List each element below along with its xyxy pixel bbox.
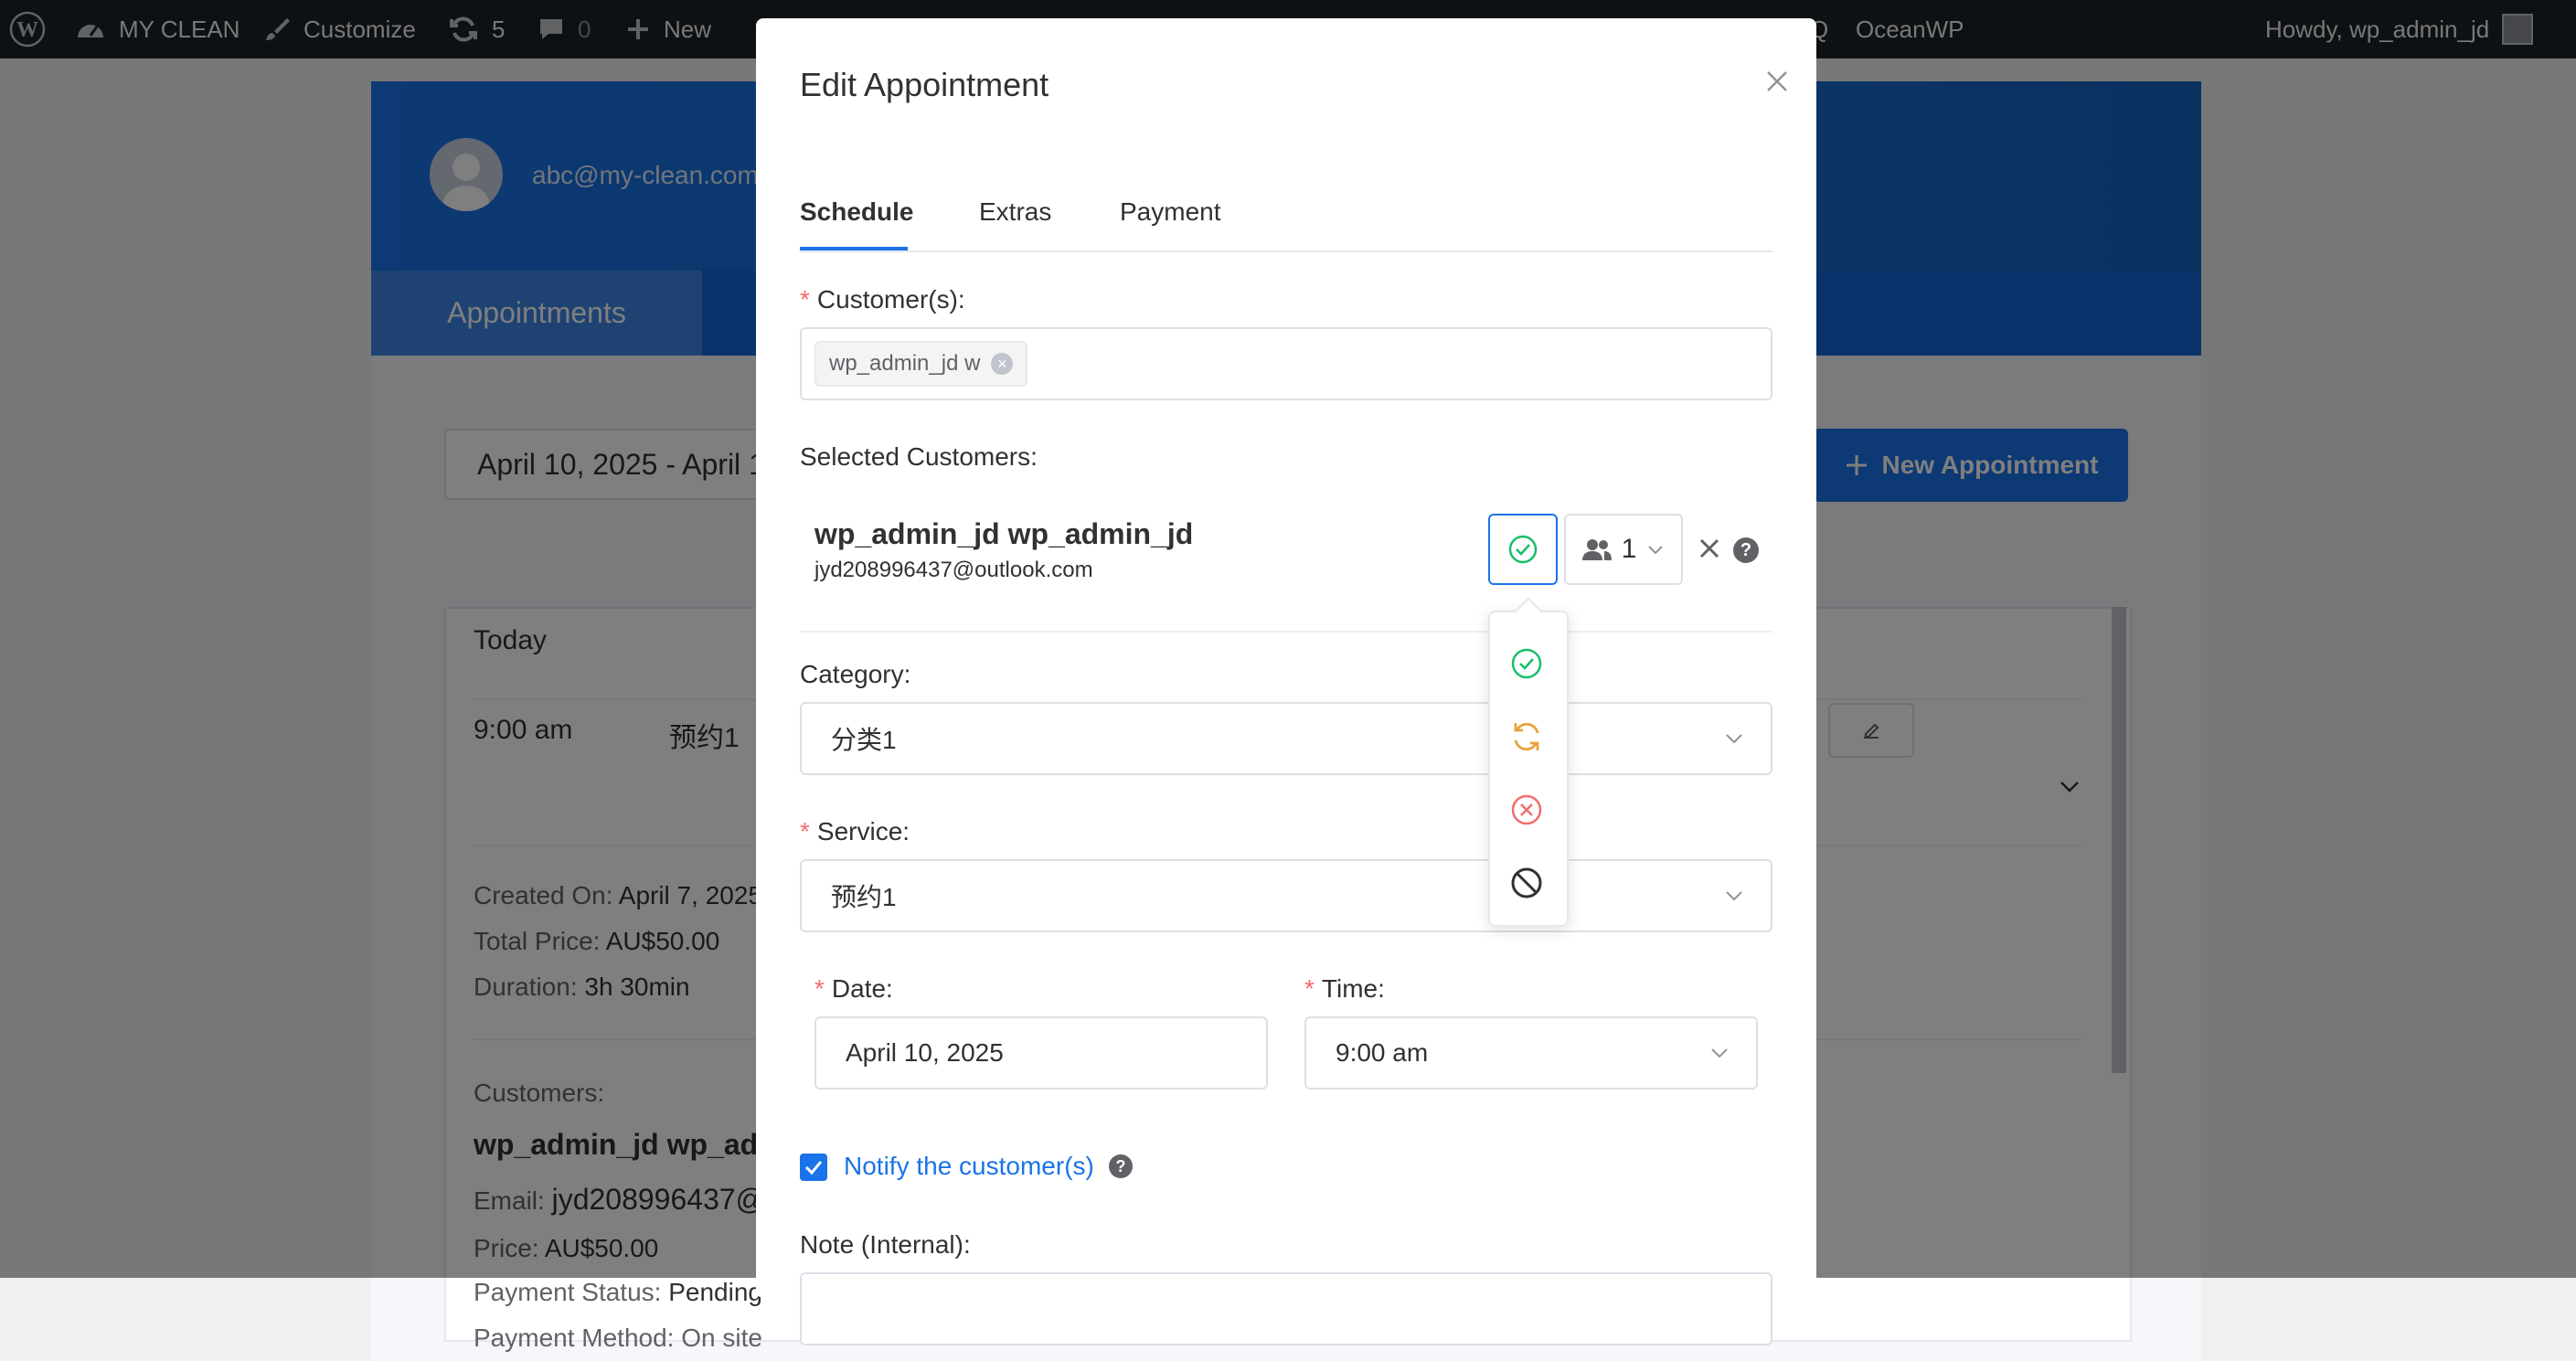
service-value: 预约1 bbox=[831, 883, 897, 911]
chevron-down-icon bbox=[1711, 1048, 1728, 1058]
payment-status: Payment Status: Pending bbox=[474, 1278, 762, 1306]
edit-appointment-dialog: Edit Appointment Schedule Extras Payment… bbox=[756, 18, 1816, 1345]
tab-extras[interactable]: Extras bbox=[979, 197, 1051, 227]
selected-customer-name: wp_admin_jd wp_admin_jd bbox=[814, 517, 1194, 550]
tab-schedule[interactable]: Schedule bbox=[800, 197, 913, 227]
dropdown-arrow bbox=[1514, 597, 1543, 626]
customers-select[interactable]: wp_admin_jd w × bbox=[800, 327, 1772, 400]
payment-method: Payment Method: On site bbox=[474, 1324, 762, 1352]
service-select[interactable]: 预约1 bbox=[800, 859, 1772, 932]
remove-customer-icon[interactable] bbox=[1694, 533, 1725, 564]
help-icon[interactable]: ? bbox=[1733, 537, 1759, 563]
persons-select[interactable]: 1 bbox=[1564, 514, 1683, 585]
active-tab-indicator bbox=[800, 247, 908, 250]
persons-count: 1 bbox=[1621, 534, 1637, 564]
dialog-tabs: Schedule Extras Payment bbox=[800, 175, 1772, 252]
chevron-down-icon bbox=[1726, 891, 1742, 901]
approved-icon[interactable] bbox=[1508, 645, 1545, 682]
canceled-icon[interactable] bbox=[1508, 865, 1545, 901]
notify-label[interactable]: Notify the customer(s) bbox=[844, 1152, 1094, 1181]
help-icon[interactable]: ? bbox=[1109, 1154, 1133, 1178]
category-field-label: Category: bbox=[800, 660, 911, 688]
customers-field-label: * Customer(s): bbox=[800, 285, 965, 314]
date-picker[interactable]: April 10, 2025 bbox=[814, 1016, 1268, 1090]
users-icon bbox=[1581, 539, 1612, 560]
notify-checkbox[interactable] bbox=[800, 1154, 827, 1181]
approved-icon bbox=[1508, 535, 1538, 564]
date-field-label: * Date: bbox=[814, 974, 893, 1003]
customer-chip: wp_admin_jd w × bbox=[814, 341, 1028, 387]
checkmark-icon bbox=[804, 1161, 823, 1175]
note-textarea[interactable] bbox=[800, 1272, 1772, 1345]
selected-customers-label: Selected Customers: bbox=[800, 442, 1038, 471]
remove-chip-icon[interactable]: × bbox=[991, 353, 1014, 375]
status-dropdown bbox=[1488, 597, 1569, 927]
tab-payment[interactable]: Payment bbox=[1120, 197, 1221, 227]
status-select-button[interactable] bbox=[1488, 514, 1558, 585]
chevron-down-icon bbox=[1726, 734, 1742, 744]
time-select[interactable]: 9:00 am bbox=[1304, 1016, 1758, 1090]
pending-icon[interactable] bbox=[1508, 718, 1545, 755]
note-field-label: Note (Internal): bbox=[800, 1230, 971, 1259]
date-value: April 10, 2025 bbox=[846, 1038, 1004, 1067]
category-value: 分类1 bbox=[831, 726, 897, 754]
dialog-title: Edit Appointment bbox=[800, 66, 1049, 103]
time-value: 9:00 am bbox=[1336, 1038, 1429, 1067]
rejected-icon[interactable] bbox=[1508, 792, 1545, 828]
time-field-label: * Time: bbox=[1304, 974, 1385, 1003]
customer-chip-label: wp_admin_jd w bbox=[829, 351, 981, 376]
section-divider bbox=[800, 631, 1772, 633]
service-field-label: * Service: bbox=[800, 817, 910, 845]
category-select[interactable]: 分类1 bbox=[800, 702, 1772, 775]
close-icon[interactable] bbox=[1762, 66, 1793, 97]
selected-customer-email: jyd208996437@outlook.com bbox=[814, 558, 1093, 582]
chevron-down-icon bbox=[1648, 546, 1664, 555]
